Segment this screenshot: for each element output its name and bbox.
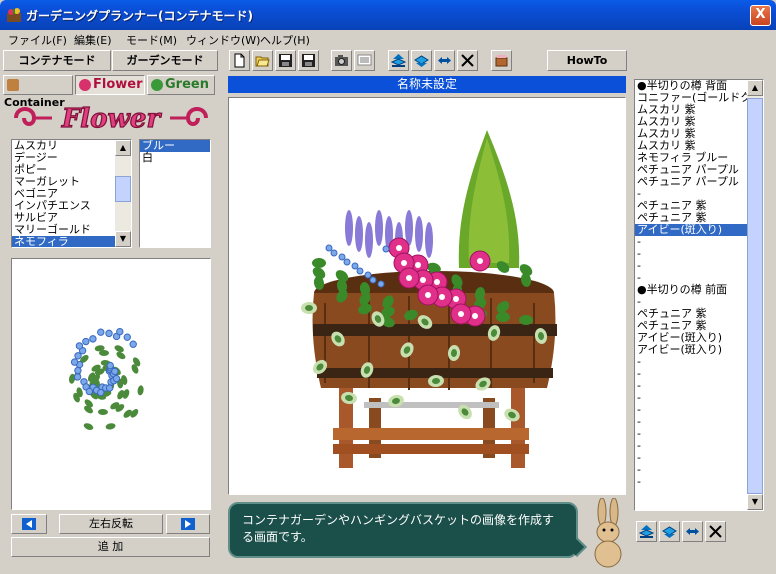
layer-list-item[interactable]: -	[635, 476, 763, 488]
open-folder-icon	[255, 56, 270, 67]
layer-flip-button[interactable]	[682, 521, 703, 542]
menu-edit[interactable]: 編集(E)	[74, 32, 112, 48]
delete-icon	[461, 54, 474, 67]
layer-back-button[interactable]	[659, 521, 680, 542]
help-bubble: コンテナガーデンやハンギングバスケットの画像を作成する画面です。	[228, 502, 578, 558]
title-bar: ガーデニングプランナー(コンテナモード) X	[0, 0, 776, 30]
open-button[interactable]	[252, 50, 273, 71]
camera-icon	[335, 55, 348, 66]
arrow-right-icon	[181, 518, 195, 530]
delete-button[interactable]	[457, 50, 478, 71]
save-as-icon	[302, 54, 315, 67]
add-button[interactable]: 追 加	[11, 537, 210, 557]
tab-container[interactable]: Container	[3, 75, 73, 109]
container-tab-icon	[7, 79, 19, 91]
flower-tab-icon	[79, 79, 91, 91]
close-button[interactable]: X	[750, 5, 771, 26]
color-list-item[interactable]: 白	[140, 152, 210, 164]
flip-horizontal-icon	[438, 57, 451, 64]
design-canvas[interactable]	[228, 97, 626, 495]
layer-list-item[interactable]: ペチュニア パープル	[635, 176, 763, 188]
layer-list-item[interactable]: -	[635, 440, 763, 452]
flower-list[interactable]: ムスカリ デージー ポピー マーガレット ベゴニア インパチエンス サルビア マリーゴールドネ…	[11, 139, 132, 248]
flower-list-item[interactable]: ネモフィラ	[12, 236, 131, 247]
green-tab-icon	[151, 79, 163, 91]
layer-list-item[interactable]: アイビー(斑入り)	[635, 224, 763, 236]
nemophila-preview-image	[69, 327, 144, 430]
howto-button[interactable]: HowTo	[547, 50, 627, 71]
layer-list-scrollbar[interactable]: ▲ ▼	[747, 80, 763, 510]
layer-front-button[interactable]	[636, 521, 657, 542]
layer-list-item[interactable]: -	[635, 392, 763, 404]
scroll-up-icon[interactable]: ▲	[747, 80, 763, 96]
image-button[interactable]	[354, 50, 375, 71]
previous-button[interactable]	[11, 514, 47, 534]
send-back-button[interactable]	[411, 50, 432, 71]
menu-file[interactable]: ファイル(F)	[8, 32, 67, 48]
layer-list-item[interactable]: アイビー(斑入り)	[635, 344, 763, 356]
send-back-icon	[414, 55, 429, 67]
flip-horizontal-icon	[686, 528, 699, 535]
camera-button[interactable]	[331, 50, 352, 71]
layer-list-item[interactable]: -	[635, 236, 763, 248]
help-message: コンテナガーデンやハンギングバスケットの画像を作成する画面です。	[242, 513, 555, 544]
image-icon	[357, 54, 372, 66]
menu-window[interactable]: ウィンドウ(W)	[186, 32, 260, 48]
flip-horizontal-button[interactable]	[434, 50, 455, 71]
plant-preview	[11, 258, 211, 510]
save-button[interactable]	[275, 50, 296, 71]
layer-list-item[interactable]: -	[635, 416, 763, 428]
flower-list-scrollbar[interactable]: ▲ ▼	[115, 140, 131, 247]
layer-list-item[interactable]: -	[635, 368, 763, 380]
flip-button[interactable]: 左右反転	[59, 514, 163, 534]
save-as-button[interactable]	[298, 50, 319, 71]
canvas-title: 名称未設定	[228, 76, 626, 93]
menu-help[interactable]: ヘルプ(H)	[260, 32, 310, 48]
container-button[interactable]	[491, 50, 512, 71]
scroll-up-icon[interactable]: ▲	[115, 140, 131, 156]
layer-list-item[interactable]: -	[635, 404, 763, 416]
layer-list-item[interactable]: -	[635, 380, 763, 392]
color-list[interactable]: ブルー白	[139, 139, 211, 248]
arrow-left-icon	[22, 518, 36, 530]
bring-front-icon	[639, 525, 654, 538]
garden-mode-button[interactable]: ガーデンモード	[112, 50, 218, 71]
app-icon	[7, 8, 21, 22]
bring-front-button[interactable]	[388, 50, 409, 71]
layer-list-item[interactable]: -	[635, 452, 763, 464]
layer-delete-button[interactable]	[705, 521, 726, 542]
layer-list-item[interactable]: -	[635, 428, 763, 440]
layer-list-item[interactable]: -	[635, 248, 763, 260]
next-button[interactable]	[166, 514, 210, 534]
tab-flower[interactable]: Flower	[75, 75, 145, 95]
send-back-icon	[662, 526, 677, 538]
window-title: ガーデニングプランナー(コンテナモード)	[26, 9, 253, 23]
layer-list-item[interactable]: -	[635, 260, 763, 272]
menu-bar: ファイル(F) 編集(E) モード(M) ウィンドウ(W) ヘルプ(H)	[4, 30, 772, 48]
scroll-down-icon[interactable]: ▼	[747, 494, 763, 510]
scroll-thumb[interactable]	[747, 98, 763, 494]
layer-list-item[interactable]: -	[635, 464, 763, 476]
scroll-thumb[interactable]	[115, 176, 131, 202]
new-file-icon	[234, 53, 245, 68]
layer-list-item[interactable]: ●半切りの樽 前面	[635, 284, 763, 296]
scroll-down-icon[interactable]: ▼	[115, 231, 131, 247]
banner-text: Flower	[61, 104, 163, 134]
flower-banner: Flower	[14, 103, 208, 135]
container-garden-image	[301, 130, 557, 468]
new-file-button[interactable]	[229, 50, 250, 71]
save-icon	[279, 54, 292, 67]
layer-list[interactable]: ●半切りの樽 背面 コニファー(ゴールドク ムスカリ 紫ムスカリ 紫ムスカリ 紫ムス…	[634, 79, 764, 511]
tab-green[interactable]: Green	[147, 75, 215, 95]
container-icon	[495, 55, 508, 67]
delete-icon	[709, 525, 722, 538]
bring-front-icon	[391, 54, 406, 67]
rabbit-mascot-icon	[594, 498, 622, 568]
container-mode-button[interactable]: コンテナモード	[3, 50, 111, 71]
menu-mode[interactable]: モード(M)	[126, 32, 177, 48]
layer-list-item[interactable]: -	[635, 356, 763, 368]
